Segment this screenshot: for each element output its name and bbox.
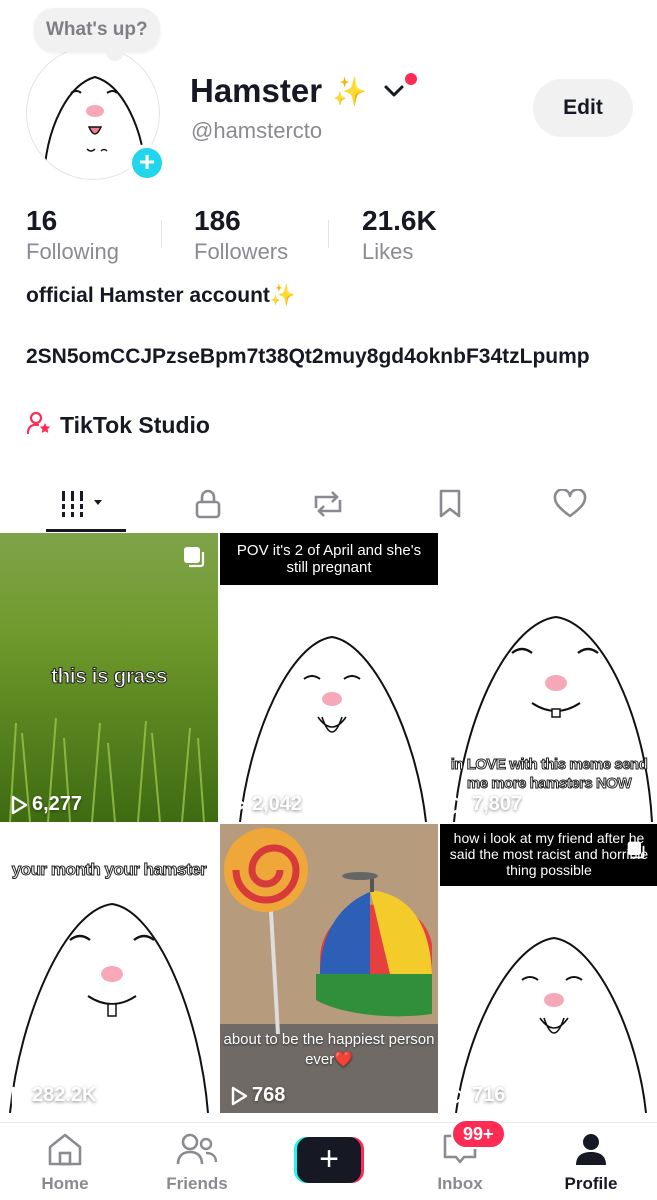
bookmark-icon [439,489,461,518]
nav-label: Inbox [437,1174,483,1193]
play-icon [231,795,248,814]
video-tile[interactable]: how i look at my friend after he said th… [440,824,657,1113]
view-count: 768 [230,1084,285,1107]
tab-videos[interactable] [46,476,126,532]
view-count-value: 7,807 [472,793,523,815]
nav-profile[interactable]: Profile [536,1131,646,1194]
stat-value: 21.6K [362,205,437,236]
view-count: 6,277 [10,793,82,816]
stat-label: Following [26,239,119,264]
inbox-badge: 99+ [451,1119,506,1149]
stat-value: 186 [194,205,241,236]
view-count-value: 768 [252,1084,286,1106]
stat-followers[interactable]: 186 Followers [194,205,288,265]
nav-label: Profile [564,1174,618,1193]
stat-label: Likes [362,239,414,264]
username-handle: @hamstercto [191,118,323,143]
video-caption: this is grass [50,665,168,689]
stat-divider [328,220,329,248]
video-tile[interactable]: about to be the happiest person ever❤️ 7… [220,824,438,1113]
stat-label: Followers [194,239,289,264]
view-count-value: 716 [472,1084,506,1106]
play-icon [11,795,28,814]
studio-label: TikTok Studio [60,412,210,438]
video-grid: this is grass 6,277 POV it's 2 of April … [0,533,657,1113]
nav-label: Home [41,1174,89,1193]
account-switch-chevron-icon[interactable] [381,73,417,103]
nav-label: Friends [166,1174,228,1193]
grid-menu-icon [60,491,102,517]
nav-friends[interactable]: Friends [142,1131,252,1194]
photo-carousel-icon [182,545,206,574]
play-icon [11,1086,28,1105]
profile-icon [576,1134,606,1165]
bio-contract-address: 2SN5omCCJPzseBpm7t38Qt2muy8gd4oknbF34tzL… [26,345,590,368]
video-tile[interactable]: this is grass 6,277 [0,533,218,822]
note-bubble[interactable]: What's up? [34,8,160,61]
photo-carousel-icon [626,840,646,865]
nav-home[interactable]: Home [10,1131,120,1194]
play-icon [231,1086,248,1105]
view-count-value: 6,277 [32,793,83,815]
bio-text: official Hamster account✨ [26,284,297,307]
stat-value: 16 [26,205,58,236]
tab-favorites[interactable] [410,476,490,532]
view-count-value: 2,042 [252,793,303,815]
view-count: 716 [450,1084,505,1107]
view-count: 2,042 [230,793,302,816]
tiktok-studio-link[interactable]: TikTok Studio [26,410,210,441]
add-story-icon[interactable]: + [128,144,166,182]
create-button[interactable]: + [294,1137,364,1183]
tab-reposts[interactable] [288,476,368,532]
view-count: 282.2K [10,1084,97,1107]
profile-avatar-area[interactable]: + [26,46,166,182]
video-caption: POV it's 2 of April and she's still preg… [220,533,438,585]
profile-tabs [0,476,657,532]
edit-profile-button[interactable]: Edit [533,79,633,137]
stat-following[interactable]: 16 Following [26,205,119,265]
notification-dot [404,73,417,85]
active-tab-indicator [46,529,126,532]
tab-liked[interactable] [530,476,610,532]
play-icon [451,1086,468,1105]
stat-likes[interactable]: 21.6K Likes [362,205,437,265]
lock-icon [195,489,221,519]
video-tile[interactable]: POV it's 2 of April and she's still preg… [220,533,438,822]
video-caption: your month your hamster [11,860,207,880]
plus-icon: + [297,1137,361,1183]
play-icon [451,795,468,814]
stat-divider [161,220,162,248]
video-caption: how i look at my friend after he said th… [440,824,657,886]
creator-person-star-icon [26,410,52,441]
video-tile[interactable]: in LOVE with this meme send me more hams… [440,533,657,822]
bottom-navigation: Home Friends + Inbox 99+ Profile [0,1119,657,1200]
video-caption: about to be the happiest person ever❤️ [223,1031,435,1068]
home-icon [48,1133,82,1166]
sparkle-emoji: ✨ [332,75,367,107]
video-tile[interactable]: your month your hamster 282.2K [0,824,218,1113]
repost-icon [314,491,342,517]
heart-icon [553,489,587,518]
video-caption: in LOVE with this meme send me more hams… [450,756,648,793]
friends-icon [176,1133,218,1165]
display-name: Hamster [190,72,323,109]
view-count: 7,807 [450,793,522,816]
name-row[interactable]: Hamster ✨ [190,72,417,110]
tab-private[interactable] [168,476,248,532]
view-count-value: 282.2K [32,1084,97,1106]
